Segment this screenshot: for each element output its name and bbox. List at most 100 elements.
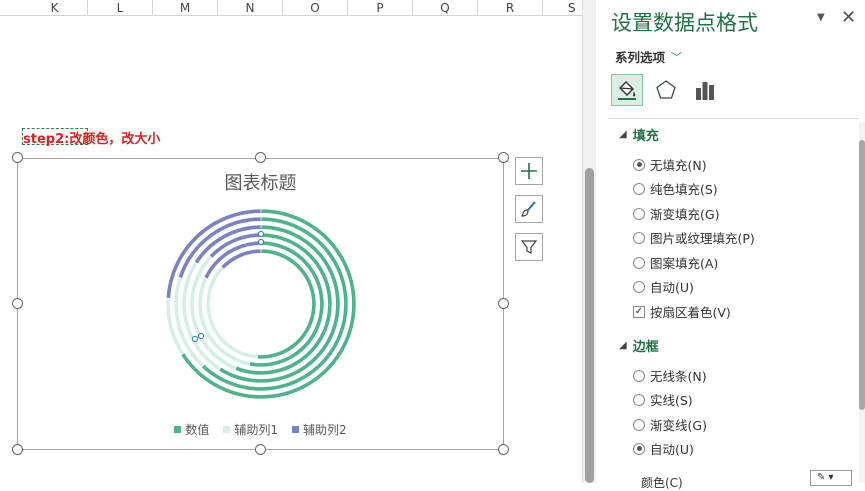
legend-swatch-value [174,426,182,433]
radio-button[interactable] [633,231,645,244]
column-header-p[interactable]: P [348,0,413,16]
close-icon[interactable]: ✕ [841,7,856,28]
radio-button[interactable] [633,182,645,195]
legend-swatch-helper2 [292,426,299,433]
format-data-point-pane: 设置数据点格式 ▼ ✕ 系列选项 ﹀ ◢ 填充 无填充(N) 纯色填充(S) 渐… [597,0,865,490]
doughnut-segment-2-ring-4[interactable] [189,254,237,371]
chart-legend[interactable]: 数值 辅助列1 辅助列2 [18,421,503,438]
tab-series-options[interactable] [689,74,721,106]
border-option-solid[interactable]: 实线(S) [633,390,693,409]
resize-handle-bottom-left[interactable] [12,444,23,455]
legend-item-value[interactable]: 数值 [174,421,209,438]
chart-styles-button[interactable] [515,195,543,223]
selection-marker-2[interactable] [257,238,265,246]
column-header-row: K L M N O P Q R S [0,0,582,16]
scrollbar-thumb[interactable] [585,168,594,483]
column-header-k[interactable]: K [22,0,88,16]
column-header-o[interactable]: O [283,0,348,16]
resize-handle-top-left[interactable] [12,152,23,163]
filter-icon [520,240,538,254]
worksheet[interactable]: K L M N O P Q R S step2:改颜色，改大小 图表标题 数值 … [0,0,582,483]
radio-button[interactable] [633,369,645,382]
legend-label-value: 数值 [185,423,210,437]
border-option-automatic[interactable]: 自动(U) [633,439,694,458]
chevron-down-icon: ﹀ [671,50,683,64]
radio-button[interactable] [633,280,645,293]
option-label: 图案填充(A) [650,256,719,271]
option-label: 无线条(N) [650,369,707,384]
fill-option-solid[interactable]: 纯色填充(S) [633,179,718,198]
chart-filters-button[interactable] [515,233,543,261]
option-label: 实线(S) [650,393,693,408]
resize-handle-top-right[interactable] [498,152,509,163]
resize-handle-bottom-right[interactable] [498,444,509,455]
column-header-r[interactable]: R [478,0,543,16]
radio-button[interactable] [633,158,645,171]
fill-section-title: 填充 [632,129,659,144]
selection-marker-1[interactable] [257,230,265,238]
border-option-gradient[interactable]: 渐变线(G) [633,415,707,434]
border-option-no-line[interactable]: 无线条(N) [633,366,707,385]
pane-title: 设置数据点格式 [611,11,758,35]
radio-button[interactable] [633,418,645,431]
option-label: 按扇区着色(V) [650,305,731,320]
legend-label-helper1: 辅助列1 [234,423,278,437]
fill-section-header[interactable]: ◢ 填充 [619,125,659,144]
collapse-triangle-icon: ◢ [619,340,627,351]
fill-option-vary-colors[interactable]: ✓ 按扇区着色(V) [633,302,731,321]
option-label: 无填充(N) [650,158,707,173]
chart-elements-button[interactable] [515,157,543,185]
column-header-n[interactable]: N [218,0,283,16]
column-header-q[interactable]: Q [413,0,478,16]
doughnut-chart-plot[interactable] [18,159,505,451]
pane-divider [609,118,859,119]
fill-option-gradient[interactable]: 渐变填充(G) [633,204,719,223]
option-label: 纯色填充(S) [650,182,718,197]
legend-item-helper2[interactable]: 辅助列2 [292,421,347,438]
legend-swatch-helper1 [223,426,231,433]
tab-fill-line[interactable] [611,74,643,106]
collapse-triangle-icon: ◢ [619,129,627,140]
resize-handle-bottom[interactable] [255,444,266,455]
option-label: 自动(U) [650,280,694,295]
plus-icon [521,163,537,179]
fill-option-pattern[interactable]: 图案填充(A) [633,253,718,272]
fill-option-automatic[interactable]: 自动(U) [633,277,694,296]
column-header-l[interactable]: L [88,0,153,16]
chart-area[interactable]: 图表标题 数值 辅助列1 辅助列2 [17,158,504,450]
column-header-s[interactable]: S [543,0,582,16]
pane-options-dropdown[interactable]: ▼ [817,12,825,23]
option-label: 图片或纹理填充(P) [650,231,755,246]
option-label: 渐变线(G) [650,418,707,433]
border-section-title: 边框 [632,340,659,355]
radio-button[interactable] [633,207,645,220]
legend-label-helper2: 辅助列2 [303,423,347,437]
resize-handle-left[interactable] [12,298,23,309]
fill-option-picture[interactable]: 图片或纹理填充(P) [633,228,755,247]
option-label: 自动(U) [650,442,694,457]
legend-item-helper1[interactable]: 辅助列1 [223,421,278,438]
radio-button[interactable] [633,442,645,455]
fill-option-no-fill[interactable]: 无填充(N) [633,155,707,174]
border-color-picker[interactable]: ✎ ▾ [810,470,852,486]
worksheet-vertical-scrollbar[interactable] [582,0,596,483]
column-header-m[interactable]: M [153,0,218,16]
series-options-label: 系列选项 [615,50,666,65]
resize-handle-top[interactable] [255,152,266,163]
radio-button[interactable] [633,393,645,406]
pane-vertical-scrollbar[interactable] [859,122,865,483]
resize-handle-right[interactable] [498,298,509,309]
series-options-dropdown[interactable]: 系列选项 ﹀ [615,47,682,66]
paintbrush-icon [521,201,536,217]
checkbox[interactable]: ✓ [633,305,645,318]
border-section-header[interactable]: ◢ 边框 [619,336,659,355]
annotation-text: step2:改颜色，改大小 [23,132,161,147]
paint-bucket-icon [618,81,636,100]
pentagon-icon [656,80,676,99]
radio-button[interactable] [633,256,645,269]
scrollbar-thumb[interactable] [859,140,865,410]
selection-marker-4[interactable] [191,335,199,343]
option-label: 渐变填充(G) [650,207,720,222]
tab-effects[interactable] [650,74,682,106]
selection-marker-3[interactable] [197,332,205,340]
